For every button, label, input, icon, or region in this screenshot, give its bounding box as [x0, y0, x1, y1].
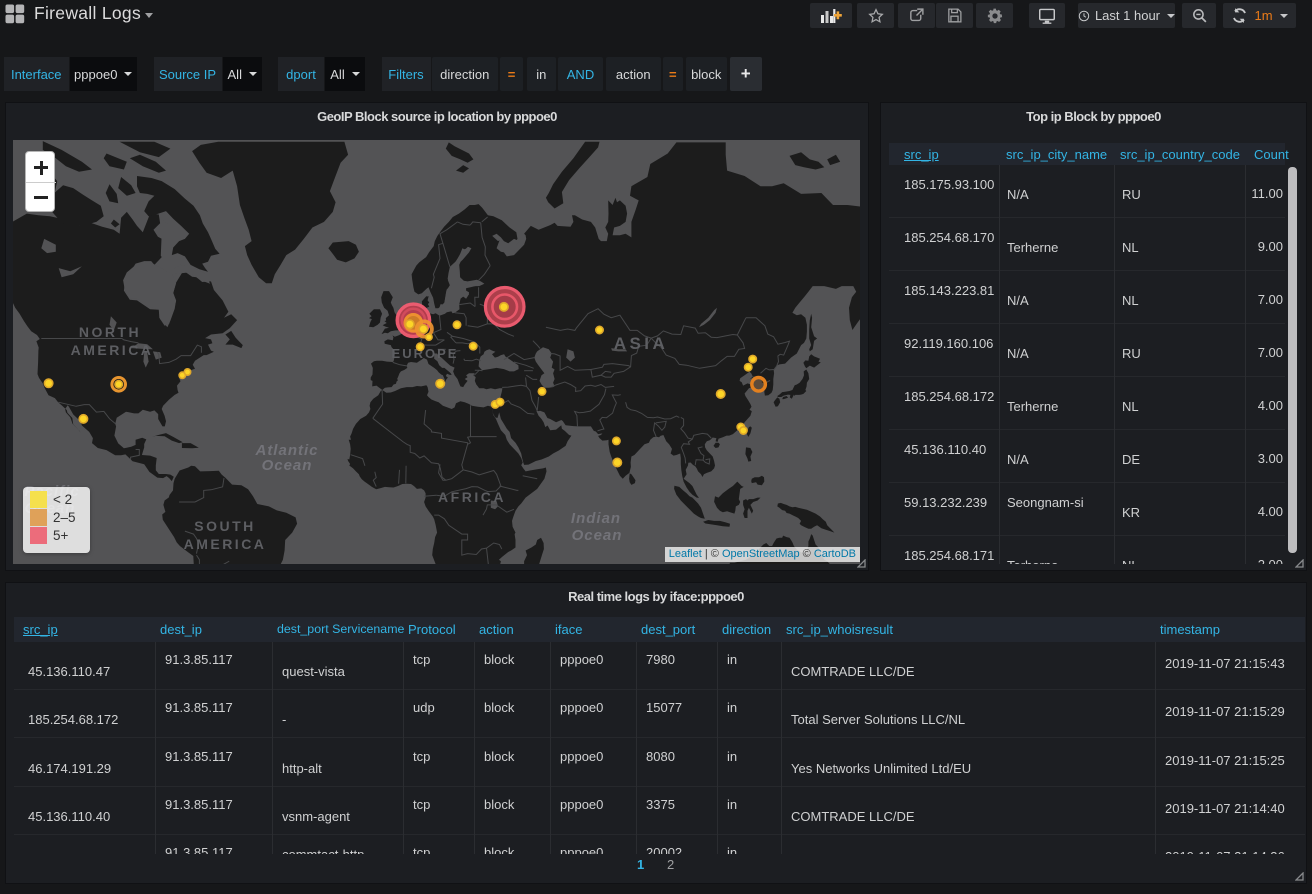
svg-text:ASIA: ASIA [614, 334, 669, 353]
svg-text:NORTH: NORTH [79, 324, 141, 340]
svg-text:Indian: Indian [571, 510, 621, 527]
svg-text:Ocean: Ocean [262, 457, 313, 474]
svg-text:AFRICA: AFRICA [438, 489, 506, 505]
svg-text:SOUTH: SOUTH [194, 518, 256, 534]
svg-text:EUROPE: EUROPE [392, 346, 459, 361]
svg-text:AMERICA: AMERICA [184, 536, 267, 552]
svg-text:AMERICA: AMERICA [71, 342, 154, 358]
svg-text:Ocean: Ocean [572, 527, 623, 544]
